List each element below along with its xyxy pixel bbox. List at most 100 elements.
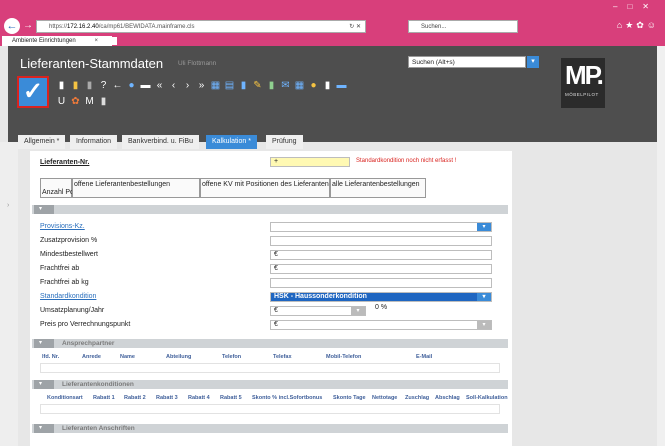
document-blue-icon[interactable]: ▮ <box>238 80 249 91</box>
alle-bestellungen-link[interactable]: alle Lieferantenbestellungen <box>330 178 426 198</box>
section-ansprechpartner[interactable]: ▾ Ansprechpartner <box>32 339 508 348</box>
calendar-icon[interactable]: ▦ <box>294 80 305 91</box>
zusatzprovision-input[interactable] <box>270 236 492 246</box>
reload-icon[interactable]: ↻ ✕ <box>349 21 361 33</box>
save-checkmark-button[interactable]: ✓ <box>17 76 49 108</box>
frachtfrei-ab-input[interactable]: € <box>270 264 492 274</box>
app-search-input[interactable]: Suchen (Alt+s) <box>408 56 526 68</box>
undo-arrow-icon[interactable]: ← <box>112 80 123 91</box>
chevron-down-icon[interactable]: ▾ <box>477 223 491 231</box>
window-controls-icon[interactable]: –□✕ <box>613 2 659 11</box>
letter-u[interactable]: U <box>56 96 67 107</box>
offene-bestellungen-link[interactable]: offene Lieferantenbestellungen <box>72 178 200 198</box>
lieferant-nr-input[interactable]: + <box>270 157 350 167</box>
provisions-kz-select[interactable]: ▾ <box>270 222 492 232</box>
copy-icon[interactable]: ▮ <box>322 80 333 91</box>
umsatzplanung-value: € <box>274 307 278 314</box>
search-dropdown-icon[interactable]: ▾ <box>527 56 539 68</box>
browser-search-input[interactable]: Suchen... <box>408 20 518 33</box>
column-header: Skonto % incl.Sofortbonus <box>252 395 323 401</box>
left-sidebar-strip: › <box>0 142 18 446</box>
ansprechpartner-table-row[interactable] <box>40 363 500 373</box>
mail-icon[interactable]: ✉ <box>280 80 291 91</box>
umsatzplanung-input[interactable]: € ▾ <box>270 306 366 316</box>
frachtfrei-kg-input[interactable] <box>270 278 492 288</box>
url-prefix: https:// <box>49 24 68 30</box>
chevron-down-icon: ▾ <box>39 381 43 387</box>
chevron-down-icon[interactable]: ▾ <box>351 307 365 315</box>
tab-allgemein[interactable]: Allgemein * <box>18 135 66 149</box>
section-title: Ansprechpartner <box>62 340 115 347</box>
umsatzplanung-label: Umsatzplanung/Jahr <box>40 307 105 314</box>
edit-document-icon[interactable]: ▮ <box>98 96 109 107</box>
form-panel: Lieferanten-Nr. + Standardkondition noch… <box>30 151 512 446</box>
column-header: Rabatt 5 <box>220 395 242 401</box>
address-bar[interactable]: https://172.16.2.40/ca/mp61/BEWIDATA.mai… <box>36 20 366 33</box>
provisions-kz-label[interactable]: Provisions-Kz. <box>40 223 85 230</box>
letter-m[interactable]: M <box>84 96 95 107</box>
column-header: Telefax <box>273 354 292 360</box>
app-area: Lieferanten-Stammdaten Uli Flottmann Suc… <box>0 46 665 446</box>
logo-subtitle: MÖBELPILOT <box>565 92 599 97</box>
search-person-icon[interactable]: ● <box>126 80 137 91</box>
tab-information[interactable]: Information <box>70 135 118 149</box>
column-header: E-Mail <box>416 354 433 360</box>
folder-icon[interactable]: ▮ <box>70 80 81 91</box>
konditionen-table-row[interactable] <box>40 404 500 414</box>
preis-verrechnungspunkt-value: € <box>274 321 278 328</box>
column-header: Nettotage <box>372 395 398 401</box>
lightbulb-icon[interactable]: ● <box>308 80 319 91</box>
chevron-down-icon: ▾ <box>39 206 43 212</box>
user-name: Uli Flottmann <box>178 60 217 67</box>
offene-kv-link[interactable]: offene KV mit Positionen des Lieferanten <box>200 178 330 198</box>
trash-icon[interactable]: ▮ <box>84 80 95 91</box>
logo-mark: MP. <box>565 60 604 90</box>
tab-kalkulation[interactable]: Kalkulation * <box>206 135 257 149</box>
help-icon[interactable]: ? <box>98 80 109 91</box>
moebelpilot-logo: MP. MÖBELPILOT <box>561 58 605 108</box>
column-header: Abteilung <box>166 354 192 360</box>
preis-verrechnungspunkt-input[interactable]: € ▾ <box>270 320 492 330</box>
column-header: Konditionsart <box>47 395 83 401</box>
home-star-gear-icon[interactable]: ⌂★✿☺ <box>617 20 659 31</box>
chevron-down-icon[interactable]: ▾ <box>477 321 491 329</box>
last-record-icon[interactable]: » <box>196 80 207 91</box>
back-arrow-icon[interactable]: ← <box>4 18 20 34</box>
anzahl-positionen-link[interactable]: Anzahl Positionen <box>40 178 98 198</box>
new-tab-icon[interactable] <box>108 37 117 45</box>
previous-record-icon[interactable]: ‹ <box>168 80 179 91</box>
printer-icon[interactable]: ▬ <box>140 80 151 91</box>
first-record-icon[interactable]: « <box>154 80 165 91</box>
section-toggle[interactable] <box>34 424 54 433</box>
flower-icon[interactable]: ✿ <box>70 96 81 107</box>
table-icon[interactable]: ▦ <box>210 80 221 91</box>
vertical-scrollbar[interactable] <box>657 46 665 446</box>
standardkondition-label[interactable]: Standardkondition <box>40 293 96 300</box>
column-header: Telefon <box>222 354 242 360</box>
forward-arrow-icon[interactable]: → <box>23 20 35 32</box>
tab-close-icon[interactable]: × <box>94 36 98 46</box>
key-icon[interactable]: ✎ <box>252 80 263 91</box>
section-toggle[interactable] <box>34 339 54 348</box>
expand-arrow-icon[interactable]: › <box>7 202 9 209</box>
tab-pruefung[interactable]: Prüfung <box>266 135 303 149</box>
tab-bankverbindung[interactable]: Bankverbind. u. FiBu <box>122 135 199 149</box>
browser-tab[interactable]: Ambiente Einrichtungen × <box>2 36 112 46</box>
section-anschriften[interactable]: ▾ Lieferanten Anschriften <box>32 424 508 433</box>
section-konditionen[interactable]: ▾ Lieferantenkonditionen <box>32 380 508 389</box>
chevron-down-icon[interactable]: ▾ <box>477 293 491 301</box>
next-record-icon[interactable]: › <box>182 80 193 91</box>
network-icon[interactable]: ▬ <box>336 80 347 91</box>
frachtfrei-ab-label: Frachtfrei ab <box>40 265 80 272</box>
mindestbestellwert-input[interactable]: € <box>270 250 492 260</box>
column-header: Rabatt 3 <box>156 395 178 401</box>
section-header-top[interactable]: ▾ <box>32 205 508 214</box>
chart-icon[interactable]: ▤ <box>224 80 235 91</box>
standardkondition-value: HSK - Haussonderkondition <box>274 293 367 300</box>
standardkondition-select[interactable]: HSK - Haussonderkondition ▾ <box>270 292 492 302</box>
report-icon[interactable]: ▮ <box>266 80 277 91</box>
section-toggle[interactable] <box>34 205 54 214</box>
chevron-down-icon: ▾ <box>39 425 43 431</box>
new-document-icon[interactable]: ▮ <box>56 80 67 91</box>
section-toggle[interactable] <box>34 380 54 389</box>
